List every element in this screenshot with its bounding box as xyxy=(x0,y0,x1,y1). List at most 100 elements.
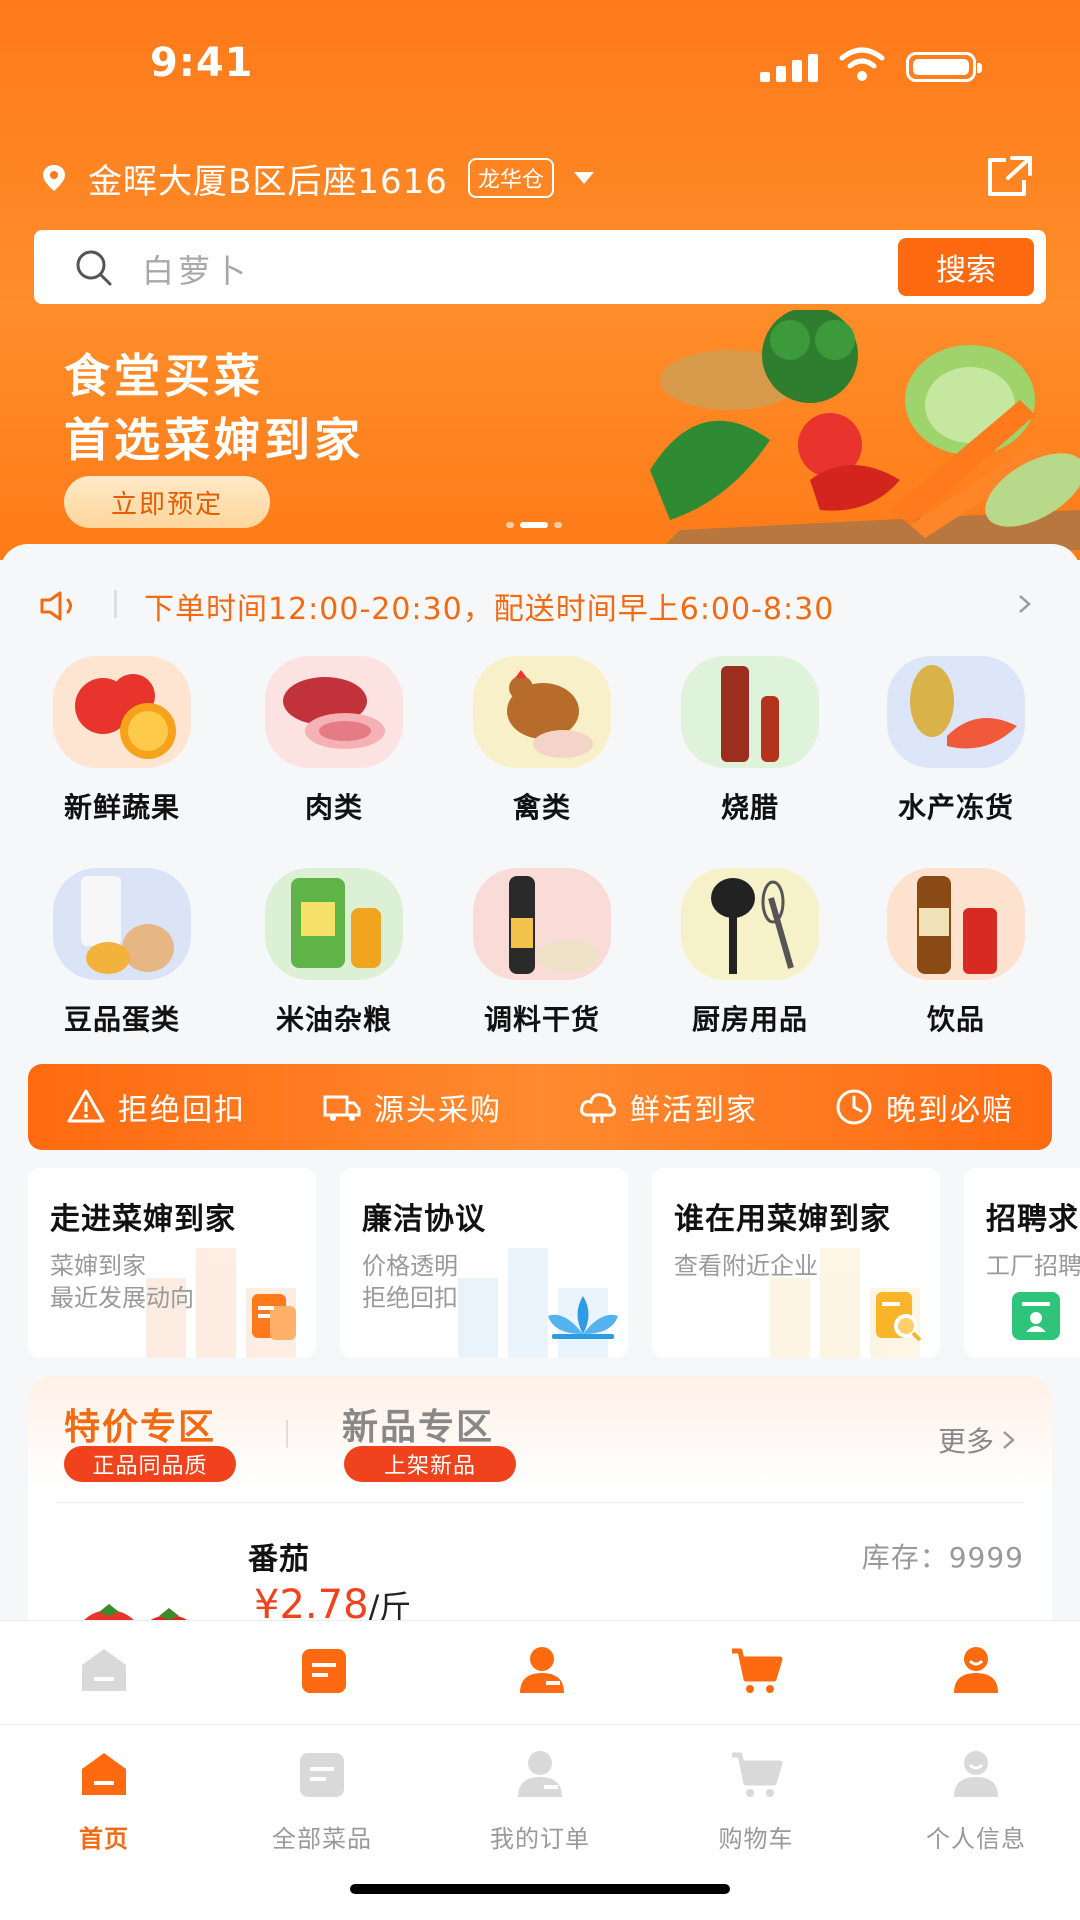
product-stock: 库存：9999 xyxy=(861,1541,1024,1574)
category-label: 豆品蛋类 xyxy=(63,1003,180,1036)
search-document-icon xyxy=(876,1292,922,1342)
menu-list-icon[interactable] xyxy=(296,1643,352,1699)
fruit-veg-icon xyxy=(53,656,191,768)
cloud-icon xyxy=(580,1093,616,1123)
lotus-icon xyxy=(548,1296,618,1339)
info-card-who-uses[interactable]: 谁在用菜婶到家 查看附近企业 xyxy=(652,1168,940,1358)
promise-no-kickback: 拒绝回扣 xyxy=(66,1085,246,1129)
category-label: 新鲜蔬果 xyxy=(63,791,180,824)
home-indicator[interactable] xyxy=(350,1884,730,1894)
tab-new-products[interactable]: 新品专区 xyxy=(342,1398,494,1450)
search-icon xyxy=(76,250,112,286)
info-card-title: 谁在用菜婶到家 xyxy=(674,1202,891,1237)
profile-icon xyxy=(954,1751,998,1797)
meat-icon xyxy=(265,656,403,768)
home-icon[interactable] xyxy=(76,1643,132,1699)
header: 9:41 金晖大厦B区后座1616 龙华仓 白萝卜 搜索 食堂买菜 首选菜婶到家… xyxy=(0,0,1080,560)
category-label: 米油杂粮 xyxy=(275,1003,392,1036)
new-products-badge: 上架新品 xyxy=(344,1446,516,1482)
category-meat[interactable]: 肉类 xyxy=(244,656,424,856)
category-label: 水产冻货 xyxy=(897,791,1014,824)
cured-meat-icon xyxy=(681,656,819,768)
info-card-recruit[interactable]: 招聘求 工厂招聘 xyxy=(964,1168,1080,1358)
warehouse-tag: 龙华仓 xyxy=(467,158,554,198)
status-time: 9:41 xyxy=(150,40,254,86)
poultry-icon xyxy=(473,656,611,768)
category-kitchen[interactable]: 厨房用品 xyxy=(660,868,840,1068)
category-label: 厨房用品 xyxy=(691,1003,808,1036)
chevron-right-icon xyxy=(1019,595,1031,613)
special-price-badge: 正品同品质 xyxy=(64,1446,236,1482)
id-card-icon xyxy=(1012,1292,1060,1340)
promise-label: 晚到必赔 xyxy=(886,1093,1014,1128)
signal-icon xyxy=(760,52,820,82)
truck-icon xyxy=(323,1095,361,1121)
info-card-subtitle: 查看附近企业 xyxy=(674,1252,818,1280)
tab-my-orders[interactable]: 我的订单 xyxy=(440,1747,640,1854)
category-rice-oil[interactable]: 米油杂粮 xyxy=(244,868,424,1068)
info-card-subtitle: 工厂招聘 xyxy=(986,1252,1080,1280)
tab-special-price[interactable]: 特价专区 xyxy=(64,1398,216,1450)
info-card-title: 招聘求 xyxy=(986,1202,1079,1237)
dairy-egg-icon xyxy=(53,868,191,980)
order-icon[interactable] xyxy=(514,1643,570,1699)
tab-all-dishes[interactable]: 全部菜品 xyxy=(222,1747,422,1854)
tab-profile[interactable]: 个人信息 xyxy=(876,1747,1076,1854)
info-cards: 走进菜婶到家 菜婶到家 最近发展动向 廉洁协议 价格透明 拒绝回扣 谁在用菜婶到… xyxy=(28,1168,1080,1358)
promise-label: 鲜活到家 xyxy=(630,1093,758,1128)
home-icon xyxy=(82,1753,126,1795)
quick-icon-bar xyxy=(0,1620,1080,1725)
content-panel: 下单时间12:00-20:30，配送时间早上6:00-8:30 新鲜蔬果 肉类 xyxy=(0,544,1080,1706)
info-card-about[interactable]: 走进菜婶到家 菜婶到家 最近发展动向 xyxy=(28,1168,316,1358)
menu-list-icon xyxy=(300,1753,344,1797)
promise-bar: 拒绝回扣 源头采购 鲜活到家 晚到必赔 xyxy=(28,1064,1052,1150)
tab-home[interactable]: 首页 xyxy=(4,1747,204,1854)
search-input[interactable]: 白萝卜 xyxy=(142,246,250,292)
search-button[interactable]: 搜索 xyxy=(898,238,1034,296)
product-name[interactable]: 番茄 xyxy=(248,1534,310,1578)
cart-icon xyxy=(732,1752,783,1797)
seasoning-icon xyxy=(473,868,611,980)
category-poultry[interactable]: 禽类 xyxy=(452,656,632,856)
kitchen-icon xyxy=(681,868,819,980)
info-card-title: 走进菜婶到家 xyxy=(50,1202,236,1237)
category-dairy-egg[interactable]: 豆品蛋类 xyxy=(32,868,212,1068)
banner-pagination xyxy=(506,522,562,528)
promise-source: 源头采购 xyxy=(322,1085,502,1129)
category-label: 禽类 xyxy=(512,791,571,824)
banner-title-line1: 食堂买菜 xyxy=(64,349,264,403)
battery-icon xyxy=(906,52,982,82)
warning-icon xyxy=(67,1089,105,1123)
promise-late-compensation: 晚到必赔 xyxy=(834,1085,1014,1129)
info-card-subtitle: 价格透明 xyxy=(362,1252,458,1280)
info-card-integrity[interactable]: 廉洁协议 价格透明 拒绝回扣 xyxy=(340,1168,628,1358)
info-card-subtitle: 拒绝回扣 xyxy=(362,1284,458,1312)
rice-oil-icon xyxy=(265,868,403,980)
category-drinks[interactable]: 饮品 xyxy=(866,868,1046,1068)
tab-label: 全部菜品 xyxy=(272,1825,372,1853)
tab-cart[interactable]: 购物车 xyxy=(656,1747,856,1854)
category-cured-meat[interactable]: 烧腊 xyxy=(660,656,840,856)
category-fruit-veg[interactable]: 新鲜蔬果 xyxy=(32,656,212,856)
speaker-icon xyxy=(40,591,72,621)
category-seasoning[interactable]: 调料干货 xyxy=(452,868,632,1068)
search-bar[interactable]: 白萝卜 搜索 xyxy=(34,230,1046,304)
clock-icon xyxy=(836,1089,872,1125)
category-label: 肉类 xyxy=(304,791,363,824)
category-seafood[interactable]: 水产冻货 xyxy=(866,656,1046,856)
profile-icon[interactable] xyxy=(948,1643,1004,1699)
promise-label: 拒绝回扣 xyxy=(118,1093,246,1128)
tab-label: 首页 xyxy=(79,1825,129,1853)
reserve-button[interactable]: 立即预定 xyxy=(64,476,270,528)
notice-bar[interactable]: 下单时间12:00-20:30，配送时间早上6:00-8:30 xyxy=(34,564,1044,646)
location-selector[interactable]: 金晖大厦B区后座1616 龙华仓 xyxy=(40,150,594,206)
share-icon[interactable] xyxy=(984,154,1034,200)
cart-icon[interactable] xyxy=(728,1643,784,1699)
more-label: 更多 xyxy=(937,1425,994,1458)
category-label: 饮品 xyxy=(926,1003,985,1036)
chevron-down-icon xyxy=(573,172,594,184)
promise-fresh: 鲜活到家 xyxy=(578,1085,758,1129)
promise-label: 源头采购 xyxy=(374,1093,502,1128)
more-link[interactable]: 更多 xyxy=(938,1420,1016,1460)
location-address: 金晖大厦B区后座1616 xyxy=(88,161,448,202)
